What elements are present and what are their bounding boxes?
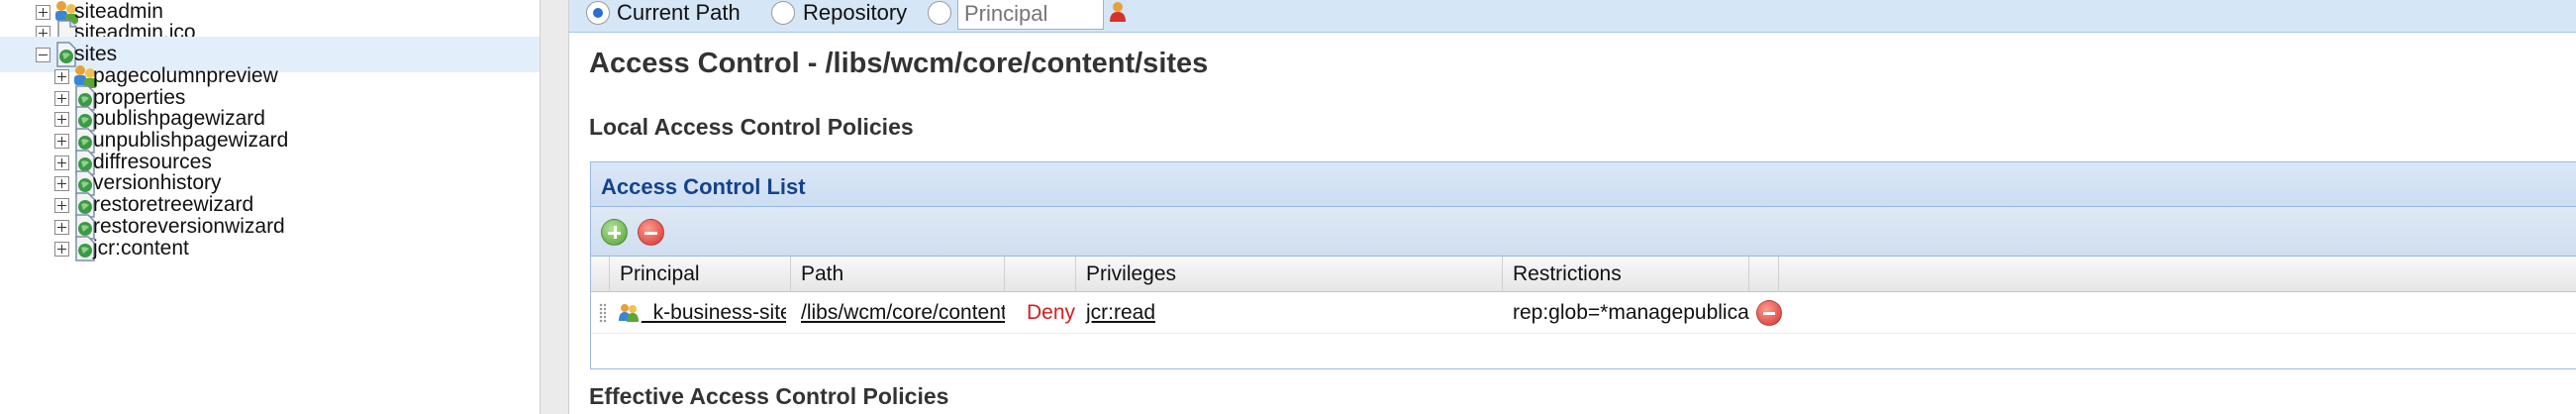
drag-handle-icon[interactable]	[599, 303, 607, 323]
repository-label[interactable]: Repository	[803, 0, 907, 26]
entry-privileges[interactable]: jcr:read	[1076, 292, 1274, 334]
acl-panel-header: Access Control List	[591, 162, 2576, 207]
expand-icon[interactable]	[54, 242, 69, 257]
effective-policies-heading: Effective Access Control Policies	[589, 383, 949, 409]
col-principal[interactable]: Principal	[610, 257, 791, 292]
acl-title: Access Control List	[601, 174, 806, 199]
acl-grid-header: Principal Path Privileges Restrictions	[591, 257, 2576, 292]
col-path[interactable]: Path	[791, 257, 1005, 292]
user-icon[interactable]	[1108, 0, 1128, 22]
local-policies-heading: Local Access Control Policies	[589, 114, 914, 140]
entry-action: Deny	[1027, 301, 1076, 324]
access-control-list-panel: Access Control List Principal Path Privi…	[590, 161, 2576, 369]
entry-restrictions: rep:glob=*managepublicationwizard	[1513, 301, 1749, 324]
entry-principal[interactable]: _k-business-sites-cms…	[632, 292, 786, 334]
current-path-radio[interactable]	[586, 1, 610, 25]
page-title: Access Control - /libs/wcm/core/content/…	[589, 48, 1209, 79]
panel-splitter[interactable]	[540, 0, 569, 414]
principal-input[interactable]	[957, 0, 1104, 30]
remove-row-icon[interactable]	[1756, 300, 1782, 326]
content-tree: siteadmin siteadmin.ico sites pagecolumn…	[0, 0, 540, 414]
remove-entry-button[interactable]	[638, 219, 664, 246]
tree-node-jcr-content[interactable]: jcr:content	[0, 231, 540, 266]
access-control-panel: Current Path Repository Access Control -…	[569, 0, 2576, 414]
col-remove-header	[1749, 257, 1779, 292]
col-handle-header	[591, 257, 610, 292]
entry-path[interactable]: /libs/wcm/core/content/sites	[791, 292, 1005, 334]
col-restrictions[interactable]: Restrictions	[1503, 257, 1749, 292]
principal-radio[interactable]	[928, 1, 951, 25]
col-privileges[interactable]: Privileges	[1076, 257, 1503, 292]
add-entry-button[interactable]	[601, 219, 628, 246]
acl-toolbar	[591, 207, 2576, 257]
scope-toolbar: Current Path Repository	[569, 0, 2576, 33]
col-action[interactable]	[1005, 257, 1076, 292]
repository-radio[interactable]	[771, 1, 795, 25]
current-path-label[interactable]: Current Path	[617, 0, 741, 26]
acl-entry-row[interactable]: _k-business-sites-cms… /libs/wcm/core/co…	[591, 292, 2576, 334]
tree-node-label: jcr:content	[93, 237, 189, 259]
